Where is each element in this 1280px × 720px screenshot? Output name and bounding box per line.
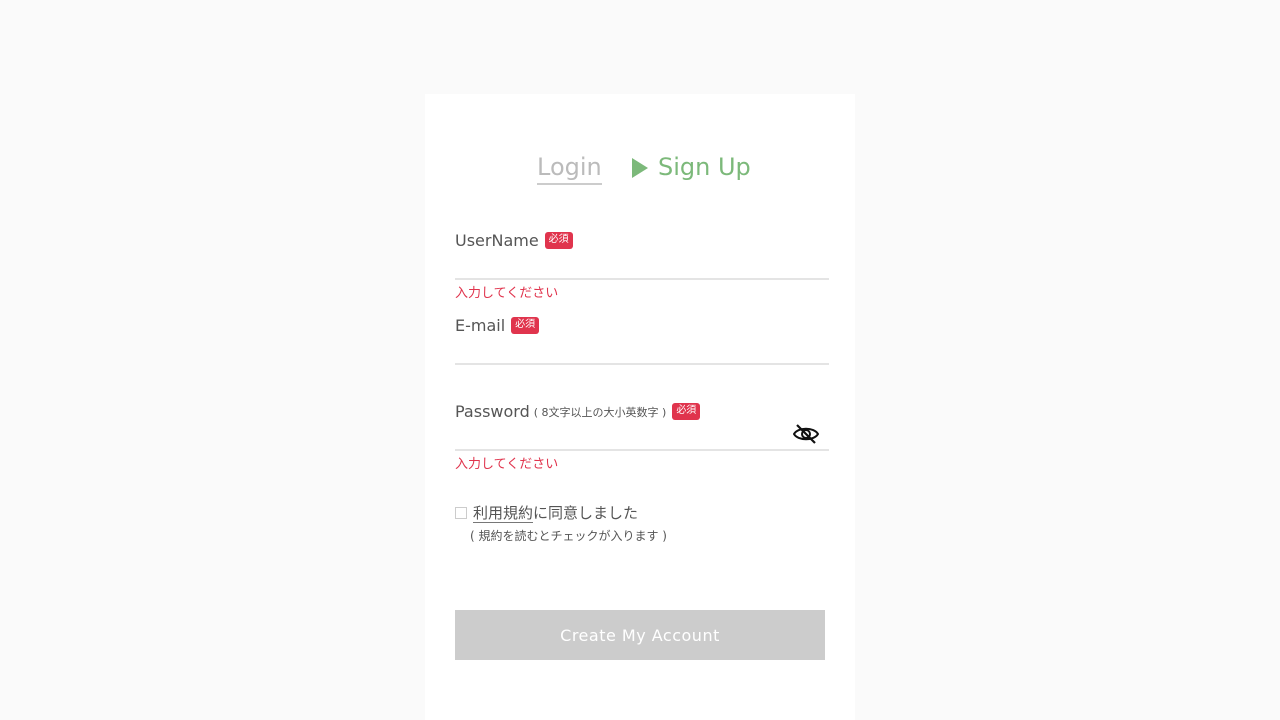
play-triangle-icon bbox=[632, 157, 648, 178]
password-label: Password bbox=[455, 402, 530, 421]
password-hint: ( 8文字以上の大小英数字 ) bbox=[533, 405, 667, 419]
username-error: 入力してください bbox=[455, 286, 559, 301]
terms-text: 利用規約に同意しました bbox=[473, 502, 638, 523]
eye-slash-icon[interactable] bbox=[793, 423, 819, 445]
terms-agree-text: に同意しました bbox=[533, 504, 639, 522]
required-badge: 必須 bbox=[511, 317, 540, 334]
terms-note: ( 規約を読むとチェックが入ります ) bbox=[470, 529, 667, 543]
username-label-row: UserName 必須 bbox=[455, 231, 573, 250]
username-field[interactable] bbox=[455, 252, 829, 280]
tab-login[interactable]: Login bbox=[537, 152, 602, 185]
required-badge: 必須 bbox=[672, 403, 701, 420]
email-label-row: E-mail 必須 bbox=[455, 316, 540, 335]
password-field[interactable] bbox=[455, 423, 785, 451]
terms-checkbox[interactable] bbox=[455, 506, 467, 519]
create-account-button[interactable]: Create My Account bbox=[455, 610, 825, 660]
tab-signup[interactable]: Sign Up bbox=[632, 152, 751, 182]
email-field[interactable] bbox=[455, 337, 829, 365]
terms-row: 利用規約に同意しました bbox=[455, 502, 638, 523]
password-label-row: Password ( 8文字以上の大小英数字 ) 必須 bbox=[455, 402, 701, 421]
terms-link[interactable]: 利用規約 bbox=[473, 504, 534, 523]
username-label: UserName bbox=[455, 231, 539, 250]
email-label: E-mail bbox=[455, 316, 506, 335]
tab-signup-label: Sign Up bbox=[658, 153, 751, 181]
password-error: 入力してください bbox=[455, 457, 559, 472]
password-underline bbox=[455, 449, 829, 451]
required-badge: 必須 bbox=[544, 232, 573, 249]
